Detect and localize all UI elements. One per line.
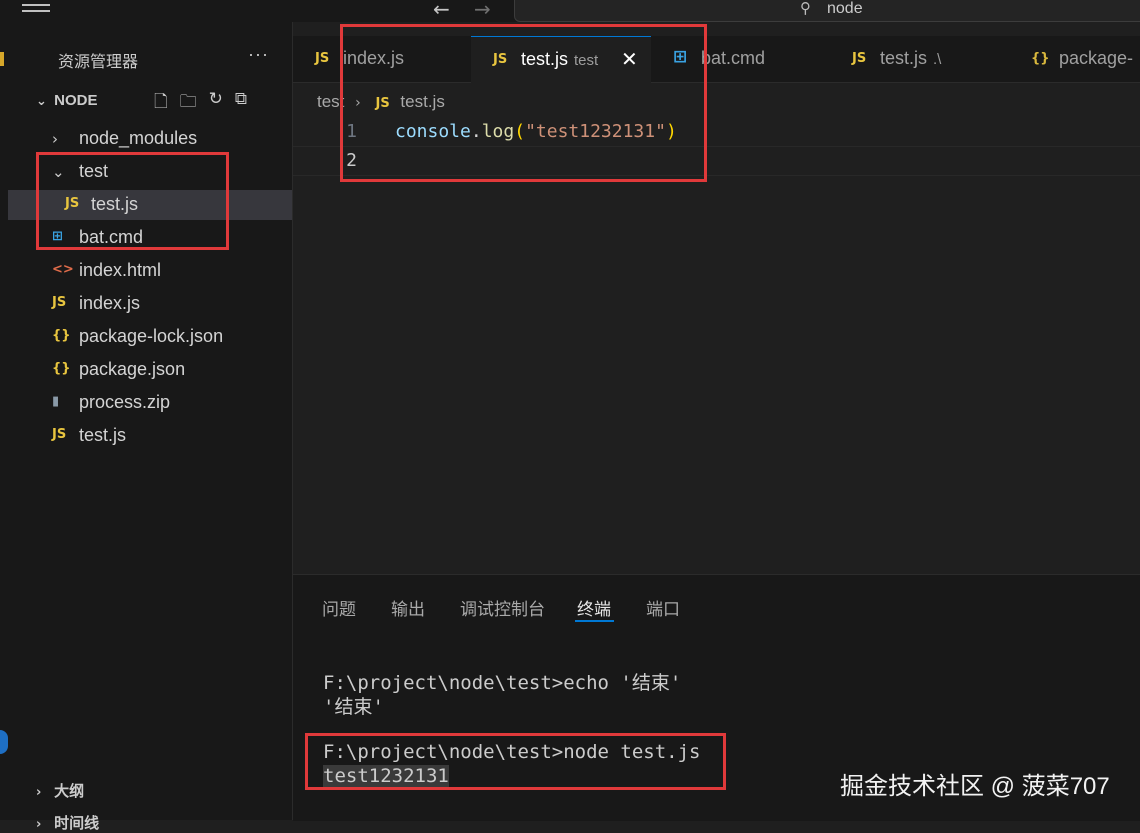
tree-item[interactable]: ⊞ bat.cmd <box>8 223 292 253</box>
editor-tab-bar: JS index.js JS test.js test ✕ ⊞ bat.cmd JS test.j… <box>293 36 1140 83</box>
refresh-icon[interactable]: ↻ <box>209 89 223 118</box>
editor-tab-label: test.js test <box>521 49 599 69</box>
js-file-icon: JS <box>52 427 67 442</box>
collapse-icon[interactable]: ⧉ <box>235 89 247 118</box>
workspace-root-folder[interactable]: ⌄ NODE <box>36 92 98 109</box>
terminal-line: test1232131 <box>323 765 449 787</box>
menu-icon[interactable] <box>22 0 50 12</box>
activity-bar <box>0 22 8 820</box>
editor-tab[interactable]: JS index.js <box>293 36 472 82</box>
line-number: 2 <box>346 150 357 171</box>
editor-tab[interactable]: {} package- <box>1009 36 1140 82</box>
tree-item[interactable]: JS index.js <box>8 289 292 319</box>
outline-section[interactable]: › 大纲 <box>36 780 84 801</box>
command-center-search[interactable]: ⚲ node <box>514 0 1140 22</box>
tree-item-label: test <box>79 161 109 181</box>
json-file-icon: {} <box>52 361 71 376</box>
tree-item-label: test.js <box>79 425 127 445</box>
accounts-badge-icon[interactable] <box>0 730 8 754</box>
json-file-icon: {} <box>1031 51 1050 66</box>
line-number: 1 <box>346 121 357 142</box>
terminal-line: F:\project\node\test>echo '结束' <box>323 672 682 694</box>
js-file-icon: JS <box>65 196 80 211</box>
editor-tab-description: test <box>574 52 599 69</box>
tree-item[interactable]: JS test.js <box>8 190 292 220</box>
more-actions-icon[interactable]: ··· <box>248 44 269 65</box>
explorer-actions: 🗋 🗀 ↻ ⧉ <box>154 89 247 118</box>
outline-label: 大纲 <box>54 783 85 800</box>
breadcrumb-folder[interactable]: test <box>317 92 344 111</box>
tab-ports[interactable]: 端口 <box>646 595 680 620</box>
active-tab-indicator <box>575 620 614 622</box>
tree-item-label: test.js <box>91 194 139 214</box>
tree-item[interactable]: ⌄ test <box>8 157 292 187</box>
tree-item[interactable]: {} package-lock.json <box>8 322 292 352</box>
chevron-right-icon: › <box>52 130 58 148</box>
timeline-section[interactable]: › 时间线 <box>36 812 99 833</box>
tab-debug-console[interactable]: 调试控制台 <box>460 595 545 620</box>
search-text: node <box>827 0 863 17</box>
chevron-right-icon: › <box>36 817 42 832</box>
js-file-icon: JS <box>493 52 508 67</box>
json-file-icon: {} <box>52 328 71 343</box>
new-folder-icon[interactable]: 🗀 <box>180 89 197 118</box>
editor-line[interactable]: 1 console.log("test1232131") <box>293 118 1140 146</box>
js-file-icon: JS <box>375 96 390 111</box>
tree-item-label: package.json <box>79 359 186 379</box>
terminal-line: '结束' <box>323 696 384 718</box>
explorer-sidebar: 资源管理器 ··· ⌄ NODE 🗋 🗀 ↻ ⧉ › node_modules ⌄ t… <box>8 22 293 832</box>
chevron-down-icon: ⌄ <box>36 94 47 109</box>
code-text: console.log("test1232131") <box>395 121 677 142</box>
editor-tab[interactable]: JS test.js test ✕ <box>471 36 652 83</box>
tree-item-label: index.js <box>79 293 141 313</box>
editor-tab-label: index.js <box>343 48 405 68</box>
tree-item-label: node_modules <box>79 128 198 148</box>
editor-tab-description: .\ <box>933 51 942 68</box>
workspace-root-label: NODE <box>54 92 98 109</box>
tree-item[interactable]: › node_modules <box>8 124 292 154</box>
windows-cmd-icon: ⊞ <box>52 229 63 244</box>
editor-tab-label: bat.cmd <box>701 48 766 68</box>
search-icon: ⚲ <box>800 0 811 17</box>
tab-terminal[interactable]: 终端 <box>577 595 611 620</box>
breadcrumb-separator-icon: › <box>355 95 361 111</box>
tree-item-label: package-lock.json <box>79 326 224 346</box>
tree-item[interactable]: <> index.html <box>8 256 292 286</box>
forward-arrow-icon[interactable]: → <box>474 0 491 21</box>
editor-tab-label: test.js .\ <box>880 48 942 68</box>
close-icon[interactable]: ✕ <box>621 47 638 71</box>
tab-problems[interactable]: 问题 <box>322 595 356 620</box>
js-file-icon: JS <box>852 51 867 66</box>
title-bar: ← → ⚲ node <box>0 0 1140 22</box>
zip-file-icon: ▮ <box>52 394 60 409</box>
js-file-icon: JS <box>52 295 67 310</box>
js-file-icon: JS <box>315 51 330 66</box>
tree-item[interactable]: ▮ process.zip <box>8 388 292 418</box>
new-file-icon[interactable]: 🗋 <box>154 89 168 118</box>
tree-item[interactable]: JS test.js <box>8 421 292 451</box>
html-file-icon: <> <box>52 262 74 277</box>
explorer-title: 资源管理器 <box>58 54 139 71</box>
back-arrow-icon[interactable]: ← <box>433 0 450 21</box>
tab-output[interactable]: 输出 <box>391 595 425 620</box>
explorer-active-marker <box>0 52 4 66</box>
timeline-label: 时间线 <box>54 815 100 832</box>
breadcrumb: test › JS test.js <box>317 92 445 112</box>
editor-line-current[interactable]: 2 <box>293 146 1140 176</box>
editor-tab-label: package- <box>1059 48 1134 68</box>
tree-item-label: bat.cmd <box>79 227 144 247</box>
tree-item-label: index.html <box>79 260 162 280</box>
windows-cmd-icon: ⊞ <box>673 47 688 67</box>
chevron-down-icon: ⌄ <box>52 163 65 181</box>
editor-tab[interactable]: JS test.js .\ <box>830 36 1010 82</box>
editor-tab[interactable]: ⊞ bat.cmd <box>651 36 831 82</box>
chevron-right-icon: › <box>36 785 42 800</box>
breadcrumb-file[interactable]: test.js <box>400 92 444 111</box>
tree-item[interactable]: {} package.json <box>8 355 292 385</box>
tree-item-label: process.zip <box>79 392 171 412</box>
terminal-line: F:\project\node\test>node test.js <box>323 741 701 763</box>
watermark: 掘金技术社区 @ 菠菜707 <box>840 773 1110 800</box>
